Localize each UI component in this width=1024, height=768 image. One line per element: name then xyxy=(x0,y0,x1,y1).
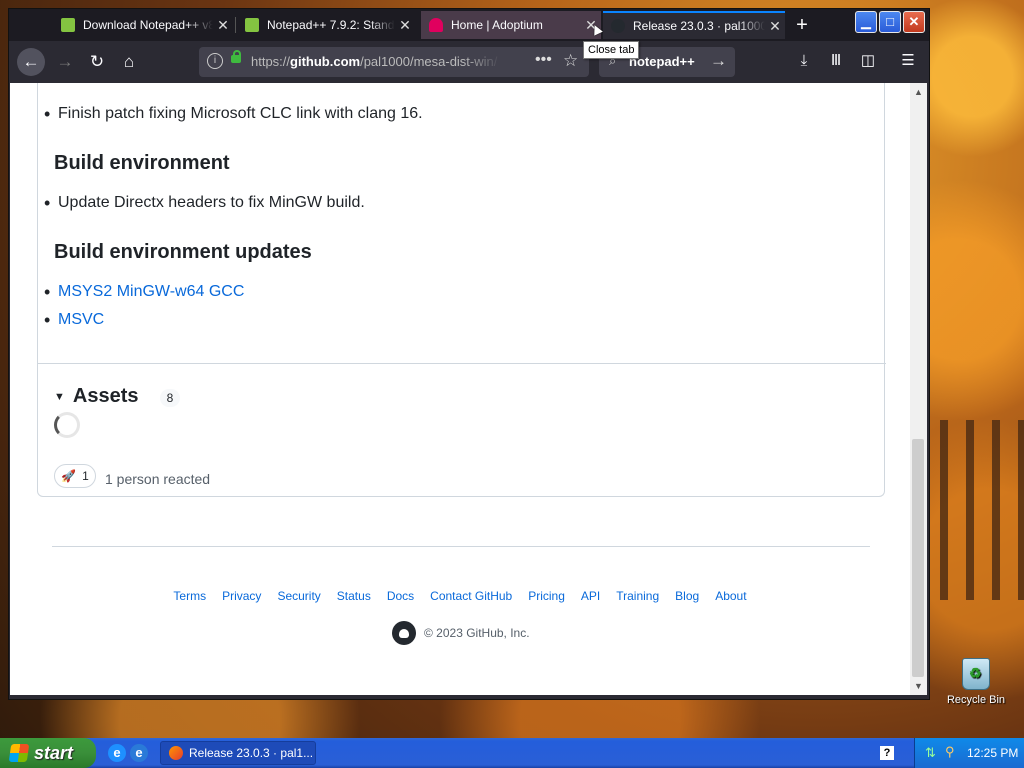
search-tray-icon[interactable]: ⚲ xyxy=(945,744,955,760)
wallpaper-fence xyxy=(940,420,1024,600)
sidebar-icon[interactable]: ◫ xyxy=(857,50,879,72)
maximize-button[interactable]: □ xyxy=(879,11,901,33)
close-tab-icon[interactable]: ✕ xyxy=(213,17,233,34)
tab-download-notepad[interactable]: Download Notepad++ v8. ✕ xyxy=(53,11,233,39)
reaction-button[interactable]: 🚀 1 xyxy=(54,464,96,488)
downloads-icon[interactable]: ⤓ xyxy=(793,50,815,72)
footer-links: Terms Privacy Security Status Docs Conta… xyxy=(10,589,910,603)
list-item: Finish patch fixing Microsoft CLC link w… xyxy=(44,104,423,125)
url-domain: github.com xyxy=(290,54,361,69)
notepad-favicon-icon xyxy=(245,18,259,32)
tab-title: Home | Adoptium xyxy=(451,18,543,32)
system-tray: ⇅ ⚲ 12:25 PM xyxy=(914,738,1024,768)
footer-link-blog[interactable]: Blog xyxy=(675,589,699,603)
reaction-count: 1 xyxy=(82,469,89,483)
tab-title: Release 23.0.3 · pal1000/ xyxy=(633,19,765,33)
list-item: MSYS2 MinGW-w64 GCC xyxy=(44,282,244,303)
vertical-scrollbar[interactable]: ▲ ▼ xyxy=(910,83,927,695)
start-label: start xyxy=(34,742,74,763)
footer-copyright: © 2023 GitHub, Inc. xyxy=(392,621,530,645)
scrollbar-thumb[interactable] xyxy=(912,439,924,677)
page-content: Finish patch fixing Microsoft CLC link w… xyxy=(10,83,910,695)
footer-link-privacy[interactable]: Privacy xyxy=(222,589,261,603)
tab-github-release[interactable]: Release 23.0.3 · pal1000/ ✕ xyxy=(603,11,785,39)
assets-count-badge: 8 xyxy=(160,389,180,407)
tab-adoptium[interactable]: Home | Adoptium ✕ xyxy=(421,11,601,39)
network-icon[interactable]: ⇅ xyxy=(925,745,936,761)
rocket-icon: 🚀 xyxy=(61,469,77,483)
site-info-icon[interactable]: i xyxy=(207,53,223,69)
bookmark-star-icon[interactable]: ☆ xyxy=(563,51,578,71)
navigation-toolbar: ← → ↻ ⌂ i https://github.com/pal1000/mes… xyxy=(9,41,929,83)
tab-notepad-792[interactable]: Notepad++ 7.9.2: Stand ✕ xyxy=(237,11,415,39)
footer-link-terms[interactable]: Terms xyxy=(173,589,206,603)
task-title: Release 23.0.3 · pal1... xyxy=(189,746,314,760)
tab-title: Download Notepad++ v8. xyxy=(83,18,213,32)
copyright-text: © 2023 GitHub, Inc. xyxy=(424,626,530,640)
loading-spinner-icon xyxy=(54,412,80,438)
notepad-favicon-icon xyxy=(61,18,75,32)
msvc-link[interactable]: MSVC xyxy=(58,311,104,328)
footer-link-security[interactable]: Security xyxy=(277,589,320,603)
recycle-bin-label: Recycle Bin xyxy=(946,694,1006,706)
list-item: MSVC xyxy=(44,310,104,331)
desktop-quicklaunch-icon[interactable]: e xyxy=(130,744,148,762)
search-go-icon[interactable]: → xyxy=(710,51,727,71)
footer-divider xyxy=(52,546,870,547)
home-button[interactable]: ⌂ xyxy=(115,48,143,76)
lock-icon xyxy=(231,50,241,63)
library-icon[interactable]: Ⅲ xyxy=(825,50,847,72)
back-button[interactable]: ← xyxy=(17,48,45,76)
heading-build-environment: Build environment xyxy=(54,152,230,174)
url-text[interactable]: https://github.com/pal1000/mesa-dist-win… xyxy=(251,54,501,69)
github-favicon-icon xyxy=(611,19,625,33)
windows-logo-icon xyxy=(8,744,30,762)
browser-window: Download Notepad++ v8. ✕ Notepad++ 7.9.2… xyxy=(8,8,930,700)
clock[interactable]: 12:25 PM xyxy=(967,746,1018,760)
list-item: Update Directx headers to fix MinGW buil… xyxy=(44,193,365,214)
scroll-up-icon[interactable]: ▲ xyxy=(912,85,925,99)
assets-toggle[interactable]: ▼ Assets xyxy=(54,385,139,408)
firefox-icon xyxy=(169,746,183,760)
close-tab-tooltip: Close tab xyxy=(583,41,640,59)
close-window-button[interactable]: ✕ xyxy=(903,11,925,33)
adoptium-favicon-icon xyxy=(429,18,443,32)
reaction-summary: 1 person reacted xyxy=(105,471,211,487)
scroll-down-icon[interactable]: ▼ xyxy=(912,679,925,693)
footer-link-api[interactable]: API xyxy=(581,589,600,603)
footer-link-pricing[interactable]: Pricing xyxy=(528,589,565,603)
forward-button[interactable]: → xyxy=(51,48,79,76)
tab-separator xyxy=(235,17,236,33)
github-logo-icon[interactable] xyxy=(392,621,416,645)
recycle-bin-icon: ♻ xyxy=(962,658,990,690)
close-tab-icon[interactable]: ✕ xyxy=(395,17,415,34)
minimize-button[interactable]: ▁ xyxy=(855,11,877,33)
url-path: /pal1000/mesa-dist-win/ xyxy=(360,54,498,69)
taskbar-firefox-window[interactable]: Release 23.0.3 · pal1... xyxy=(160,741,316,765)
menu-icon[interactable]: ☰ xyxy=(897,50,919,72)
heading-build-environment-updates: Build environment updates xyxy=(54,241,312,263)
footer-link-contact[interactable]: Contact GitHub xyxy=(430,589,512,603)
page-actions-icon[interactable]: ••• xyxy=(535,51,552,69)
internet-explorer-icon[interactable]: e xyxy=(108,744,126,762)
reload-button[interactable]: ↻ xyxy=(83,48,111,76)
taskbar: start e e Release 23.0.3 · pal1... ? ⇅ ⚲… xyxy=(0,738,1024,768)
footer-link-status[interactable]: Status xyxy=(337,589,371,603)
url-prefix: https:// xyxy=(251,54,291,69)
recycle-bin-shortcut[interactable]: ♻ Recycle Bin xyxy=(946,658,1006,706)
footer-link-training[interactable]: Training xyxy=(616,589,659,603)
new-tab-button[interactable]: + xyxy=(791,13,813,37)
footer-link-docs[interactable]: Docs xyxy=(387,589,414,603)
msys2-link[interactable]: MSYS2 MinGW-w64 GCC xyxy=(58,283,244,300)
assets-title: Assets xyxy=(72,385,139,407)
help-icon[interactable]: ? xyxy=(880,746,894,760)
tab-strip: Download Notepad++ v8. ✕ Notepad++ 7.9.2… xyxy=(9,9,929,41)
tab-title: Notepad++ 7.9.2: Stand xyxy=(267,18,395,32)
triangle-down-icon: ▼ xyxy=(54,390,65,403)
close-tab-icon[interactable]: ✕ xyxy=(765,18,785,35)
footer-link-about[interactable]: About xyxy=(715,589,746,603)
address-bar[interactable]: i https://github.com/pal1000/mesa-dist-w… xyxy=(199,47,589,77)
section-divider xyxy=(38,363,886,364)
start-button[interactable]: start xyxy=(0,738,96,768)
